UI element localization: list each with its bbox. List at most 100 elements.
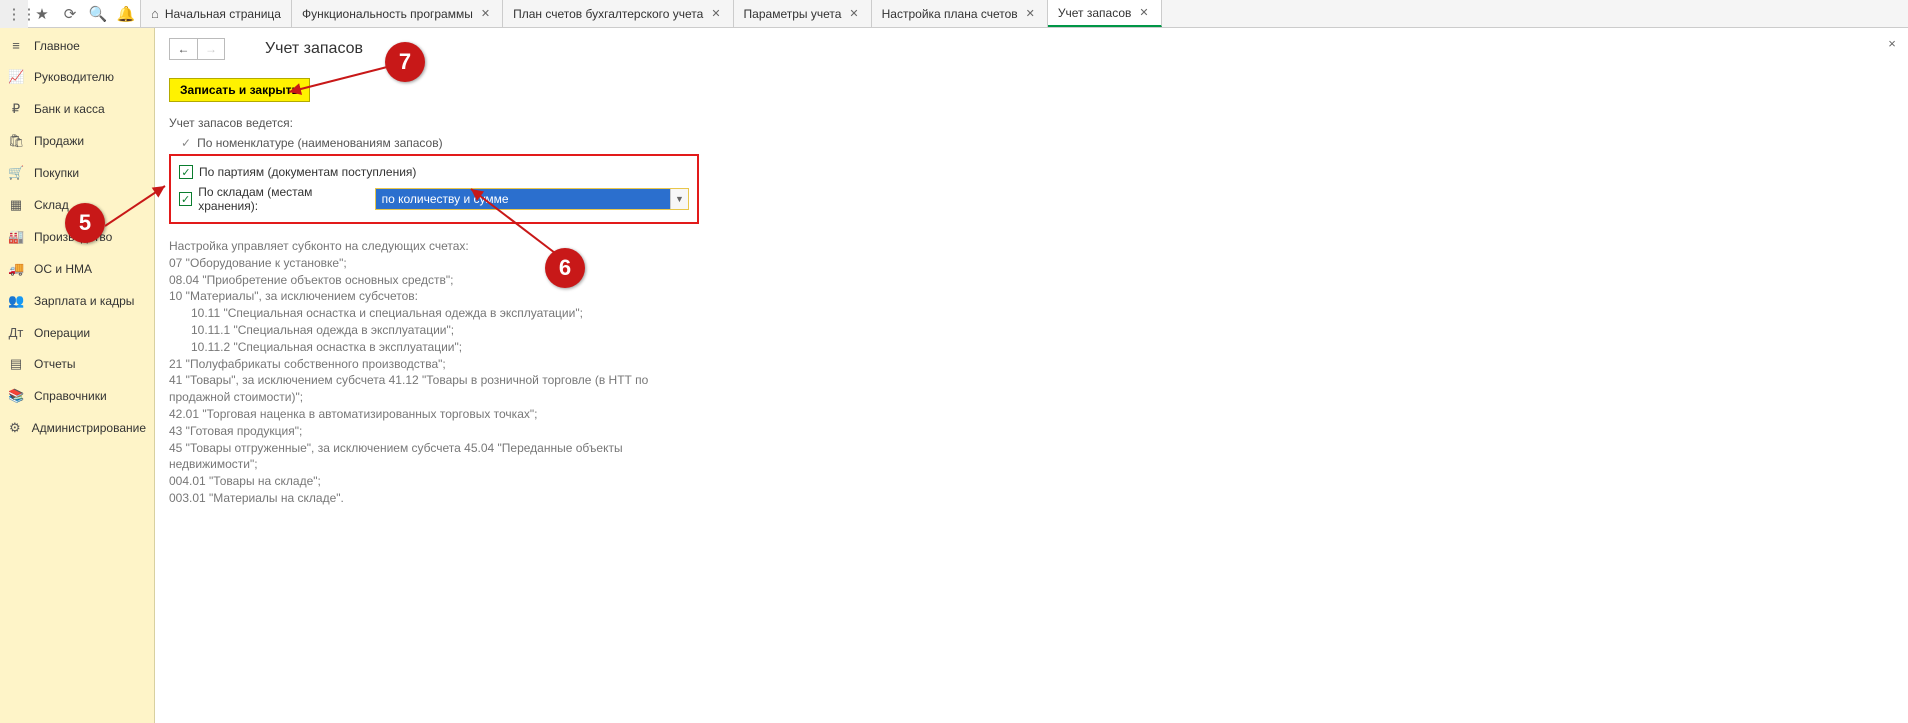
- bell-icon[interactable]: 🔔: [112, 0, 140, 28]
- tab-functionality[interactable]: Функциональность программы ✕: [292, 0, 503, 27]
- close-icon[interactable]: ✕: [709, 7, 722, 20]
- page-title: Учет запасов: [265, 40, 363, 58]
- close-icon[interactable]: ✕: [479, 7, 492, 20]
- sidebar-item-label: Зарплата и кадры: [34, 294, 134, 308]
- tab-plan-settings[interactable]: Настройка плана счетов ✕: [872, 0, 1048, 27]
- info-line: 07 "Оборудование к установке";: [169, 255, 709, 272]
- search-icon[interactable]: 🔍: [84, 0, 112, 28]
- dropdown-value: по количеству и сумме: [376, 189, 670, 209]
- info-line: 10.11.2 "Специальная оснастка в эксплуат…: [169, 339, 709, 356]
- info-line: 004.01 "Товары на складе";: [169, 473, 709, 490]
- tab-label: План счетов бухгалтерского учета: [513, 7, 703, 21]
- sidebar-item[interactable]: ⚙ Администрирование: [0, 412, 154, 444]
- tab-label: Учет запасов: [1058, 6, 1132, 20]
- info-line: 10.11 "Специальная оснастка и специальна…: [169, 305, 709, 322]
- tab-inventory[interactable]: Учет запасов ✕: [1048, 0, 1162, 27]
- intro-label: Учет запасов ведется:: [169, 116, 1894, 130]
- tab-home[interactable]: ⌂ Начальная страница: [141, 0, 292, 27]
- sidebar-item-label: Руководителю: [34, 70, 114, 84]
- content-area: × ← → Учет запасов Записать и закрыть Уч…: [155, 28, 1908, 723]
- close-icon[interactable]: ✕: [847, 7, 860, 20]
- sidebar-icon: 🛒: [8, 165, 24, 181]
- sidebar-icon: 🛍: [8, 133, 24, 149]
- save-close-button[interactable]: Записать и закрыть: [169, 78, 310, 102]
- tab-plan[interactable]: План счетов бухгалтерского учета ✕: [503, 0, 733, 27]
- checkbox-label: По партиям (документам поступления): [199, 165, 416, 179]
- star-icon[interactable]: ★: [28, 0, 56, 28]
- sidebar-item[interactable]: 📈 Руководителю: [0, 61, 154, 93]
- sidebar-item[interactable]: ₽ Банк и касса: [0, 93, 154, 125]
- checkbox-sklad[interactable]: ✓: [179, 192, 192, 206]
- sidebar-icon: 📚: [8, 388, 24, 404]
- checkbox-party[interactable]: ✓: [179, 165, 193, 179]
- sidebar-item[interactable]: 📚 Справочники: [0, 380, 154, 412]
- sidebar-icon: 👥: [8, 293, 24, 309]
- sidebar-item-label: Банк и касса: [34, 102, 105, 116]
- info-line: 42.01 "Торговая наценка в автоматизирова…: [169, 406, 709, 423]
- tab-label: Функциональность программы: [302, 7, 473, 21]
- chevron-down-icon[interactable]: ▼: [670, 189, 688, 209]
- info-text: Настройка управляет субконто на следующи…: [169, 238, 709, 507]
- callout-5: 5: [65, 203, 105, 243]
- sidebar-item-label: Справочники: [34, 389, 107, 403]
- sidebar-item-label: Операции: [34, 326, 90, 340]
- checkbox-row-party: ✓ По партиям (документам поступления): [179, 162, 689, 182]
- close-icon[interactable]: ✕: [1024, 7, 1037, 20]
- home-icon: ⌂: [151, 6, 159, 21]
- history-icon[interactable]: ⟳: [56, 0, 84, 28]
- info-line: 10.11.1 "Специальная одежда в эксплуатац…: [169, 322, 709, 339]
- tab-params[interactable]: Параметры учета ✕: [734, 0, 872, 27]
- sidebar-icon: 🏭: [8, 229, 24, 245]
- sidebar-item-label: Отчеты: [34, 357, 75, 371]
- sidebar: ≡ Главное 📈 Руководителю ₽ Банк и касса 🛍 Прода…: [0, 28, 155, 723]
- sidebar-item-label: Покупки: [34, 166, 79, 180]
- check-icon: ✓: [181, 136, 191, 150]
- tab-label: Параметры учета: [744, 7, 842, 21]
- highlight-box: ✓ По партиям (документам поступления) ✓ …: [169, 154, 699, 224]
- sidebar-icon: 📈: [8, 69, 24, 85]
- info-line: 43 "Готовая продукция";: [169, 423, 709, 440]
- sidebar-icon: 🚚: [8, 261, 24, 277]
- callout-6: 6: [545, 248, 585, 288]
- sidebar-icon: ⚙: [8, 420, 22, 436]
- sidebar-item[interactable]: Дт Операции: [0, 317, 154, 348]
- sidebar-item[interactable]: 🛍 Продажи: [0, 125, 154, 157]
- nav-arrows: ← →: [169, 38, 225, 60]
- sidebar-icon: Дт: [8, 325, 24, 340]
- readonly-nomenclature: ✓ По номенклатуре (наименованиям запасов…: [169, 136, 1894, 150]
- sidebar-item-label: Продажи: [34, 134, 84, 148]
- info-line: 08.04 "Приобретение объектов основных ср…: [169, 272, 709, 289]
- close-panel-icon[interactable]: ×: [1884, 36, 1900, 52]
- topbar: ⋮⋮⋮ ★ ⟳ 🔍 🔔 ⌂ Начальная страница Функцио…: [0, 0, 1908, 28]
- sidebar-item[interactable]: ▤ Отчеты: [0, 348, 154, 380]
- sidebar-item[interactable]: ≡ Главное: [0, 30, 154, 61]
- tab-label: Настройка плана счетов: [882, 7, 1018, 21]
- apps-icon[interactable]: ⋮⋮⋮: [0, 0, 28, 28]
- nav-back-button[interactable]: ←: [169, 38, 197, 60]
- sidebar-item-label: ОС и НМА: [34, 262, 92, 276]
- topbar-icon-group: ⋮⋮⋮ ★ ⟳ 🔍 🔔: [0, 0, 141, 27]
- sidebar-icon: ▦: [8, 197, 24, 213]
- info-line: 003.01 "Материалы на складе".: [169, 490, 709, 507]
- sidebar-icon: ▤: [8, 356, 24, 372]
- sidebar-item-label: Администрирование: [32, 421, 146, 435]
- sidebar-icon: ≡: [8, 38, 24, 53]
- tab-label: Начальная страница: [165, 7, 281, 21]
- info-line: Настройка управляет субконто на следующи…: [169, 238, 709, 255]
- checkbox-label: По складам (местам хранения):: [198, 185, 364, 213]
- sidebar-item-label: Главное: [34, 39, 80, 53]
- info-line: 21 "Полуфабрикаты собственного производс…: [169, 356, 709, 373]
- info-line: 41 "Товары", за исключением субсчета 41.…: [169, 372, 709, 406]
- sidebar-icon: ₽: [8, 101, 24, 117]
- sidebar-item[interactable]: 🛒 Покупки: [0, 157, 154, 189]
- info-line: 45 "Товары отгруженные", за исключением …: [169, 440, 709, 474]
- sidebar-item-label: Склад: [34, 198, 69, 212]
- close-icon[interactable]: ✕: [1137, 6, 1150, 19]
- checkbox-row-sklad: ✓ По складам (местам хранения): по колич…: [179, 182, 689, 216]
- warehouse-mode-dropdown[interactable]: по количеству и сумме ▼: [375, 188, 689, 210]
- nav-forward-button[interactable]: →: [197, 38, 225, 60]
- callout-7: 7: [385, 42, 425, 82]
- sidebar-item[interactable]: 🚚 ОС и НМА: [0, 253, 154, 285]
- sidebar-item[interactable]: 👥 Зарплата и кадры: [0, 285, 154, 317]
- info-line: 10 "Материалы", за исключением субсчетов…: [169, 288, 709, 305]
